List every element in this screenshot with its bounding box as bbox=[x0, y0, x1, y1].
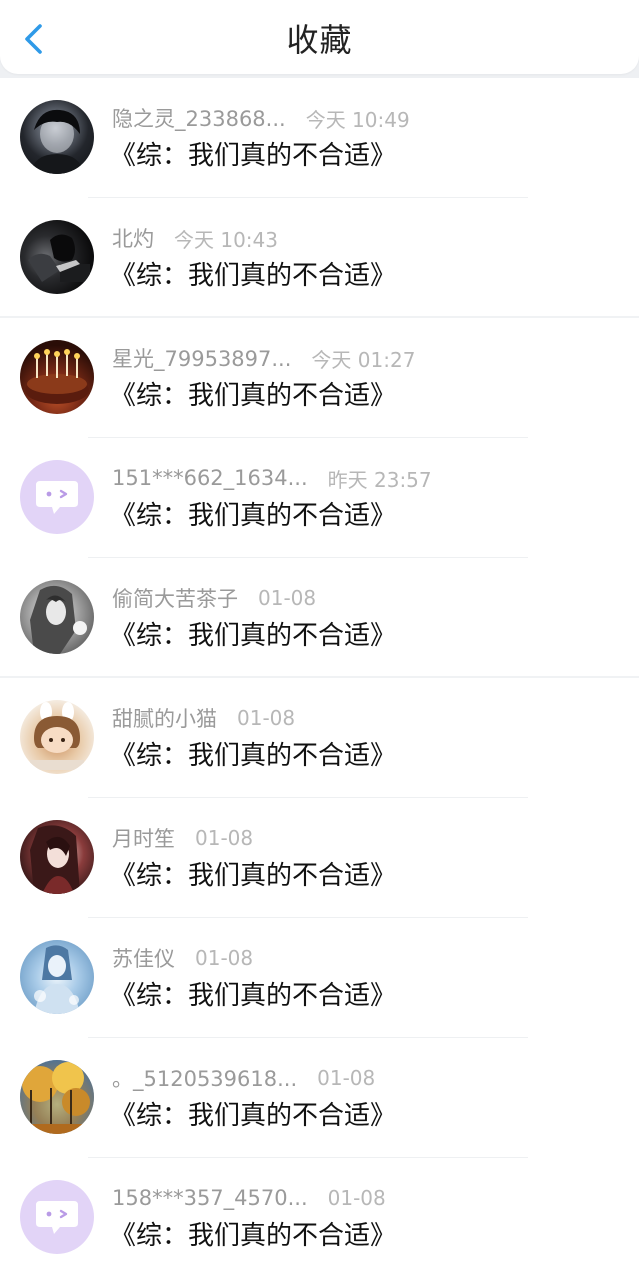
username[interactable]: 151***662_1634... bbox=[112, 466, 308, 490]
favorites-screen: 收藏 隐之灵_233868... 今天 10:49 《综：我们真的不合适》 北灼… bbox=[0, 0, 639, 1280]
chat-bubble-icon bbox=[36, 1201, 78, 1234]
user-avatar[interactable] bbox=[20, 100, 94, 174]
list-item[interactable]: 偷简大苦茶子 01-08 《综：我们真的不合适》 bbox=[0, 558, 639, 678]
timestamp: 今天 10:43 bbox=[174, 227, 278, 252]
book-title[interactable]: 《综：我们真的不合适》 bbox=[110, 858, 396, 894]
book-title[interactable]: 《综：我们真的不合适》 bbox=[110, 378, 396, 414]
username[interactable]: 偷简大苦茶子 bbox=[112, 583, 238, 613]
username[interactable]: 北灼 bbox=[112, 223, 154, 253]
user-avatar[interactable] bbox=[20, 460, 94, 534]
chat-bubble-icon bbox=[36, 481, 78, 514]
top-bar: 收藏 bbox=[0, 0, 639, 74]
timestamp: 01-08 bbox=[258, 586, 317, 610]
timestamp: 今天 10:49 bbox=[305, 107, 410, 132]
user-avatar[interactable] bbox=[20, 700, 94, 774]
item-meta: 北灼 今天 10:43 bbox=[112, 222, 278, 254]
page-title: 收藏 bbox=[286, 21, 353, 59]
timestamp: 01-08 bbox=[327, 1186, 386, 1210]
list-item[interactable]: 苏佳仪 01-08 《综：我们真的不合适》 bbox=[0, 918, 639, 1038]
username[interactable]: 隐之灵_233868... bbox=[112, 103, 286, 133]
timestamp: 01-08 bbox=[237, 706, 296, 730]
timestamp: 昨天 23:57 bbox=[327, 467, 432, 492]
username[interactable]: 158***357_4570... bbox=[112, 1186, 308, 1210]
item-meta: 隐之灵_233868... 今天 10:49 bbox=[112, 102, 410, 134]
item-meta: 151***662_1634... 昨天 23:57 bbox=[112, 462, 432, 494]
book-title[interactable]: 《综：我们真的不合适》 bbox=[110, 1218, 396, 1254]
username[interactable]: 甜腻的小猫 bbox=[112, 703, 217, 733]
list-item[interactable]: 。_5120539618... 01-08 《综：我们真的不合适》 bbox=[0, 1038, 639, 1158]
user-avatar[interactable] bbox=[20, 340, 94, 414]
timestamp: 01-08 bbox=[195, 826, 254, 850]
user-avatar[interactable] bbox=[20, 820, 94, 894]
book-title[interactable]: 《综：我们真的不合适》 bbox=[110, 498, 396, 534]
username[interactable]: 。_5120539618... bbox=[112, 1063, 297, 1093]
list-item[interactable]: 隐之灵_233868... 今天 10:49 《综：我们真的不合适》 bbox=[0, 78, 639, 198]
timestamp: 01-08 bbox=[317, 1066, 376, 1090]
favorites-list: 隐之灵_233868... 今天 10:49 《综：我们真的不合适》 北灼 今天… bbox=[0, 78, 639, 1280]
username[interactable]: 月时笙 bbox=[112, 823, 175, 853]
timestamp: 01-08 bbox=[195, 946, 254, 970]
list-item[interactable]: 甜腻的小猫 01-08 《综：我们真的不合适》 bbox=[0, 678, 639, 798]
user-avatar[interactable] bbox=[20, 940, 94, 1014]
item-meta: 苏佳仪 01-08 bbox=[112, 942, 253, 974]
user-avatar[interactable] bbox=[20, 1180, 94, 1254]
user-avatar[interactable] bbox=[20, 220, 94, 294]
book-title[interactable]: 《综：我们真的不合适》 bbox=[110, 1098, 396, 1134]
user-avatar[interactable] bbox=[20, 1060, 94, 1134]
list-item[interactable]: 151***662_1634... 昨天 23:57 《综：我们真的不合适》 bbox=[0, 438, 639, 558]
book-title[interactable]: 《综：我们真的不合适》 bbox=[110, 138, 396, 174]
item-meta: 甜腻的小猫 01-08 bbox=[112, 702, 295, 734]
book-title[interactable]: 《综：我们真的不合适》 bbox=[110, 258, 396, 294]
item-meta: 月时笙 01-08 bbox=[112, 822, 253, 854]
book-title[interactable]: 《综：我们真的不合适》 bbox=[110, 978, 396, 1014]
list-item[interactable]: 北灼 今天 10:43 《综：我们真的不合适》 bbox=[0, 198, 639, 318]
list-item[interactable]: 158***357_4570... 01-08 《综：我们真的不合适》 bbox=[0, 1158, 639, 1278]
timestamp: 今天 01:27 bbox=[311, 347, 416, 372]
book-title[interactable]: 《综：我们真的不合适》 bbox=[110, 738, 396, 774]
item-meta: 。_5120539618... 01-08 bbox=[112, 1062, 375, 1094]
user-avatar[interactable] bbox=[20, 580, 94, 654]
book-title[interactable]: 《综：我们真的不合适》 bbox=[110, 618, 396, 654]
username[interactable]: 星光_79953897... bbox=[112, 343, 291, 373]
username[interactable]: 苏佳仪 bbox=[112, 943, 175, 973]
item-meta: 星光_79953897... 今天 01:27 bbox=[112, 342, 415, 374]
list-item[interactable]: 月时笙 01-08 《综：我们真的不合适》 bbox=[0, 798, 639, 918]
list-item[interactable]: 星光_79953897... 今天 01:27 《综：我们真的不合适》 bbox=[0, 318, 639, 438]
item-meta: 158***357_4570... 01-08 bbox=[112, 1182, 386, 1214]
item-meta: 偷简大苦茶子 01-08 bbox=[112, 582, 316, 614]
